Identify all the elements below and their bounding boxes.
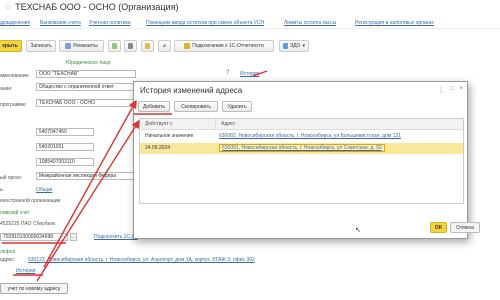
more-icon[interactable]: ⋮ [438, 86, 444, 93]
add-button[interactable]: Добавить [138, 101, 170, 112]
nav-link-tax-registration[interactable]: Регистрация в налоговых органах [355, 20, 434, 26]
connect-1c-link[interactable]: Подключить 1С:Ди [94, 234, 138, 240]
column-header-address[interactable]: Адрес [215, 119, 463, 130]
tax-organ-label: ый орган: [0, 175, 22, 181]
history-table: Действует с Адрес Начальное значение 630… [139, 118, 464, 204]
close-icon[interactable]: × [459, 86, 463, 93]
file-button[interactable] [141, 40, 154, 52]
report-icon [112, 43, 117, 49]
print-icon [128, 43, 133, 49]
nav-link-bank-accounts[interactable]: Банковские счета [40, 20, 81, 26]
help-icon[interactable]: ? [226, 70, 229, 76]
bank-name: 4525225 ПАО Сбербанк [0, 221, 56, 227]
edo-label: ЭДО [289, 43, 301, 49]
tax-organ-field[interactable]: Межрайонная инспекция Федера [36, 172, 136, 180]
paperclip-icon: ⌀ [162, 43, 166, 49]
window-title: ТЕХСНАБ ООО - ОСНО (Организация) [15, 2, 179, 12]
edo-button[interactable]: ЭДО ▾ [279, 40, 309, 52]
address-history-dialog: История изменений адреса ⋮ □ × Добавить … [133, 81, 480, 239]
requisites-button[interactable]: Реквизиты [59, 40, 104, 52]
report-button[interactable] [108, 40, 121, 52]
attach-button[interactable]: ⌀ [158, 40, 171, 52]
attribute-label: ь: [0, 187, 4, 193]
program-name-label: программе: [0, 102, 27, 108]
address-label: адрес: [0, 257, 16, 263]
entity-type-label: Юридическое лицо [66, 60, 111, 66]
maximize-icon[interactable]: □ [450, 86, 454, 93]
row-address-link[interactable]: 630083, Новосибирская область, г. Новоси… [219, 133, 401, 139]
register-new-address-button[interactable]: учет по новому адресу [0, 283, 68, 294]
reporting-icon [184, 43, 191, 49]
requisites-label: Реквизиты [73, 43, 98, 49]
full-name-field[interactable]: Общество с ограниченной ответ [36, 83, 136, 91]
nav-link-accounting-policy[interactable]: Учетная политика [89, 20, 131, 26]
nav-links: дразделения Банковские счета Учетная пол… [0, 19, 500, 29]
connect-1c-reporting-button[interactable]: Подключение к 1С-Отчетности [174, 40, 274, 52]
program-name-field[interactable]: ТЕХСНАБ ООО - ОСНО [36, 99, 136, 107]
copy-button[interactable]: Скопировать [174, 101, 218, 112]
connect-1c-label: Подключение к 1С-Отчетности [192, 43, 264, 49]
table-row[interactable]: Начальное значение 630083, Новосибирская… [140, 131, 463, 142]
row-date: Начальное значение [145, 133, 194, 139]
full-name-label: ание: [0, 86, 13, 92]
toolbar: крыть Записать Реквизиты ⌀ Подключение к… [0, 40, 500, 53]
legal-address-link[interactable]: 630123, Новосибирская область, г. Новоси… [28, 257, 255, 263]
attribute-link[interactable]: Общая [36, 187, 52, 193]
nav-link-subdivisions[interactable]: дразделения [0, 20, 30, 26]
select-account-button[interactable]: … [70, 233, 77, 241]
favorite-star-icon[interactable]: ☆ [4, 2, 12, 12]
nav-link-cash-limits[interactable]: Лимиты остатка кассы [284, 20, 336, 26]
phone-label: лефон [0, 249, 16, 255]
ok-button[interactable]: OK [430, 222, 447, 233]
column-header-date[interactable]: Действует с [140, 119, 215, 130]
row-address-link[interactable]: 630091, Новосибирская область, г. Новоси… [219, 144, 385, 152]
dialog-window-controls: ⋮ □ × [438, 86, 463, 93]
chevron-down-icon: ▾ [302, 43, 305, 49]
account-number-field[interactable]: 702810100000034698 [0, 233, 68, 241]
save-button[interactable]: Записать [26, 40, 56, 52]
inn-field[interactable]: 5407047450 [36, 128, 94, 136]
cancel-button[interactable]: Отмена [450, 222, 480, 233]
delete-button[interactable]: Удалить [222, 101, 252, 112]
name-field[interactable]: ООО "ТЕХСНАБ" [36, 70, 136, 78]
name-history-link[interactable]: История [240, 71, 259, 77]
print-button[interactable] [124, 40, 137, 52]
save-close-button[interactable]: крыть [0, 40, 22, 52]
edo-icon [283, 43, 288, 49]
foreign-org-label: иностранной организации [0, 198, 61, 204]
annotation-arrow-history [43, 99, 137, 268]
name-label: именование: [0, 73, 30, 79]
dialog-title: История изменений адреса [140, 86, 243, 95]
kpp-field[interactable]: 540201001 [36, 143, 94, 151]
row-date: 24.09.2024 [145, 145, 171, 151]
file-icon [145, 43, 150, 49]
ogrn-field[interactable]: 1085407003110 [36, 158, 94, 166]
title-bar: ☆ ТЕХСНАБ ООО - ОСНО (Организация) [0, 0, 500, 14]
table-row-selected[interactable]: 24.09.2024 630091, Новосибирская область… [140, 143, 463, 154]
requisites-icon [65, 43, 72, 49]
bank-account-label: новский счет [0, 210, 30, 216]
address-history-link[interactable]: История [16, 268, 35, 274]
nav-link-usn-assistant[interactable]: Помощник ввода остатков при смене объект… [146, 20, 264, 26]
